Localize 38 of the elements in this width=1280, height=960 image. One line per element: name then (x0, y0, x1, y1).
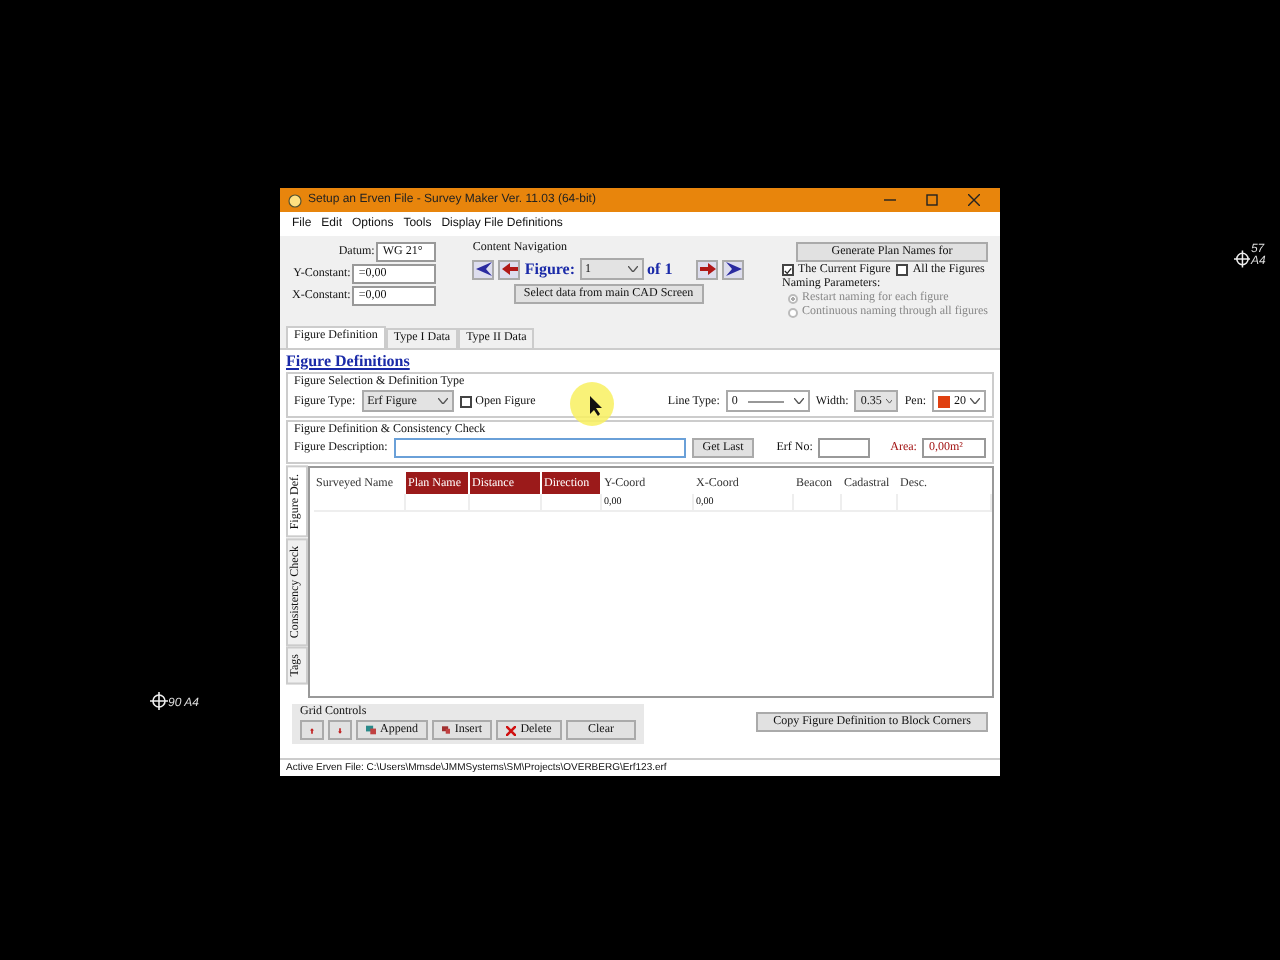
app-icon (288, 193, 302, 207)
checkbox[interactable] (896, 264, 909, 276)
empty-cell[interactable] (406, 494, 470, 512)
rows-icon (366, 724, 376, 736)
crosshair-icon (1234, 250, 1251, 268)
checkbox[interactable] (459, 395, 472, 407)
up-arrow-icon (310, 723, 314, 737)
pen-color-swatch (938, 395, 950, 407)
x-icon (506, 725, 517, 735)
empty-cell[interactable] (898, 494, 992, 512)
figure-label: Figure: (524, 260, 576, 278)
checkbox[interactable] (782, 264, 794, 276)
minimize-icon (884, 194, 896, 206)
maximize-icon (926, 194, 938, 206)
rows-icon (442, 724, 451, 736)
dropdown-caret-icon (437, 398, 448, 404)
dropdown-caret-icon (970, 398, 980, 404)
figure-count: of 1 (647, 260, 673, 278)
section-heading: Figure Definitions (286, 352, 410, 370)
close-icon (968, 194, 980, 206)
first-button[interactable] (472, 259, 495, 279)
empty-cell[interactable] (542, 494, 602, 512)
description-field[interactable] (393, 438, 687, 458)
empty-cell[interactable] (314, 494, 406, 512)
last-button[interactable] (722, 259, 745, 279)
line-sample-icon (747, 399, 784, 403)
crosshair-icon (150, 692, 168, 710)
empty-cell[interactable] (470, 494, 542, 512)
next-button[interactable] (696, 259, 719, 279)
previous-button[interactable] (498, 259, 521, 279)
erf-number-field[interactable] (818, 438, 871, 458)
dropdown-caret-icon (793, 398, 804, 404)
cursor-highlight-icon (568, 380, 616, 428)
move-up-button[interactable] (300, 720, 324, 740)
dropdown-caret-icon (885, 398, 893, 404)
dropdown-caret-icon (627, 266, 638, 272)
move-down-button[interactable] (328, 720, 352, 740)
down-arrow-icon (338, 723, 342, 737)
